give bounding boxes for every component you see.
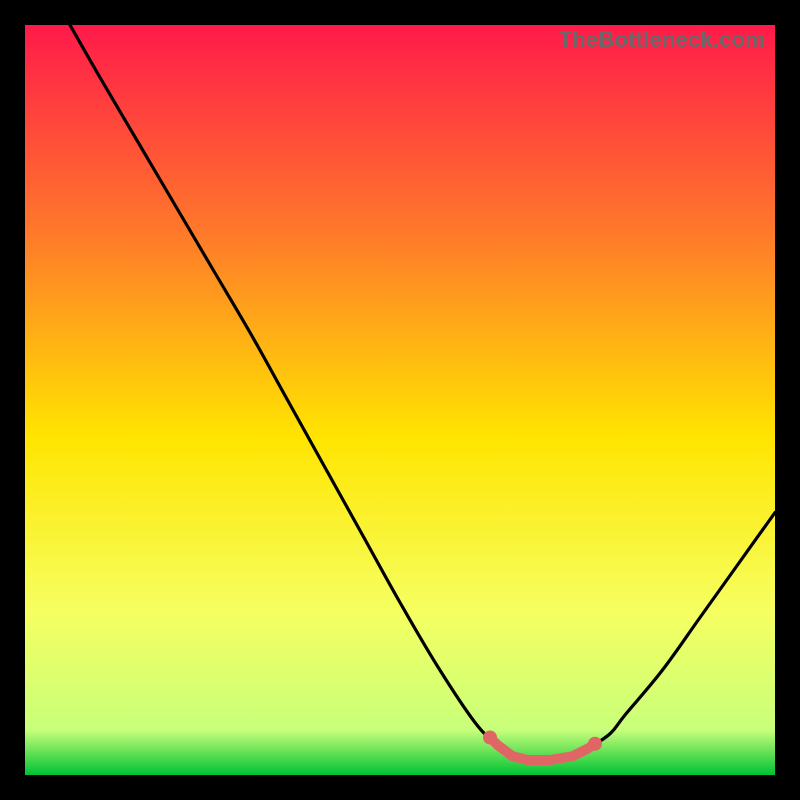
sweet-spot-dot-left [483, 731, 497, 745]
gradient-background [25, 25, 775, 775]
watermark-text: TheBottleneck.com [559, 27, 765, 53]
chart-frame: TheBottleneck.com [25, 25, 775, 775]
sweet-spot-dot-right [588, 737, 602, 751]
bottleneck-chart [25, 25, 775, 775]
